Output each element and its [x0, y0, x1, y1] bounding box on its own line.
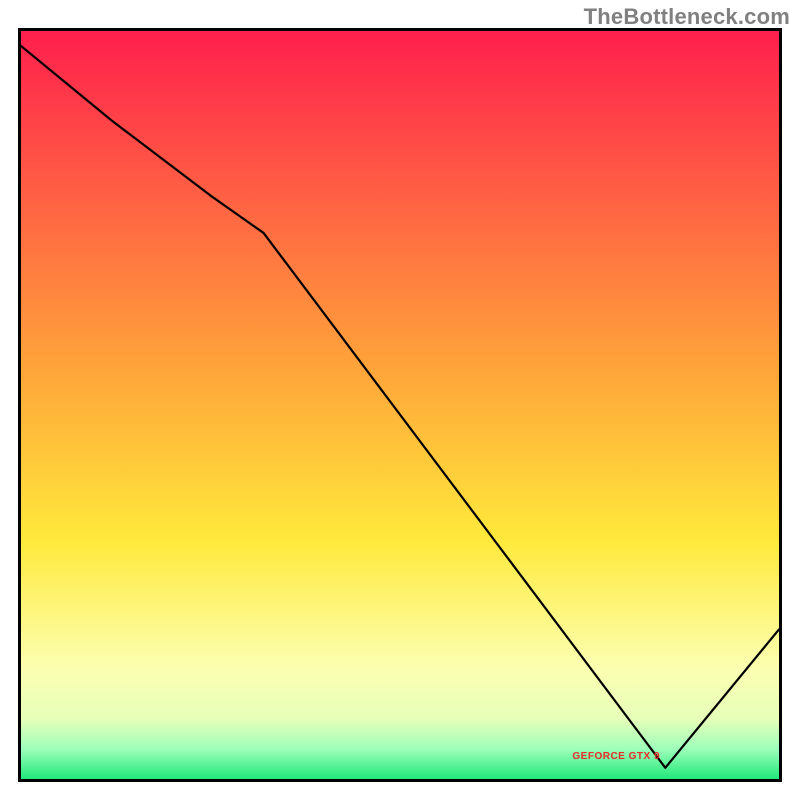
series-curve	[21, 31, 779, 779]
watermark-text: TheBottleneck.com	[584, 4, 790, 30]
plot-frame: GEFORCE GTX 9	[18, 28, 782, 782]
gpu-annotation: GEFORCE GTX 9	[572, 751, 660, 762]
chart-container: TheBottleneck.com GEFORCE GTX 9	[0, 0, 800, 800]
bottleneck-curve-path	[21, 46, 779, 768]
